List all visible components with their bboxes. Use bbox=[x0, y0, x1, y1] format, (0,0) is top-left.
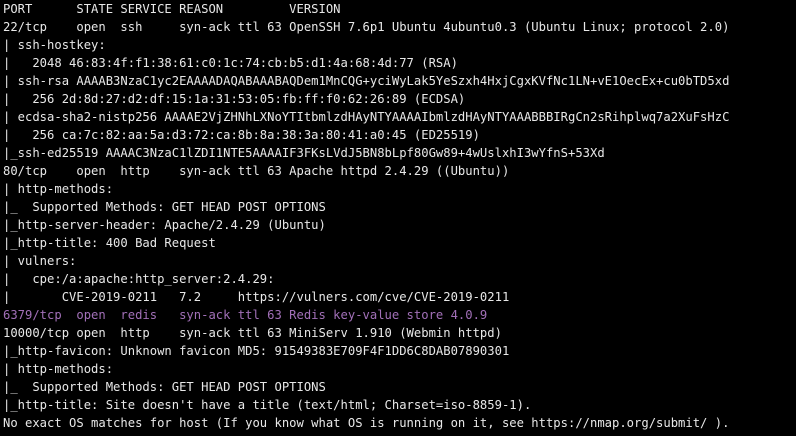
ssh-hostkey-line: | ssh-hostkey: bbox=[3, 38, 114, 52]
port-6379-line: 6379/tcp open redis syn-ack ttl 63 Redis… bbox=[3, 308, 488, 322]
supported-methods-line-2: |_ Supported Methods: GET HEAD POST OPTI… bbox=[3, 380, 326, 394]
port-80-line: 80/tcp open http syn-ack ttl 63 Apache h… bbox=[3, 164, 510, 178]
rsa-fingerprint-line: | 2048 46:83:4f:f1:38:61:c0:1c:74:cb:b5:… bbox=[3, 56, 458, 70]
supported-methods-line: |_ Supported Methods: GET HEAD POST OPTI… bbox=[3, 200, 326, 214]
os-detection-line: No exact OS matches for host (If you kno… bbox=[3, 416, 730, 430]
port-10000-line: 10000/tcp open http syn-ack ttl 63 MiniS… bbox=[3, 326, 502, 340]
ssh-rsa-key-line: | ssh-rsa AAAAB3NzaC1yc2EAAAADAQABAAABAQ… bbox=[3, 74, 730, 88]
terminal-output[interactable]: PORT STATE SERVICE REASON VERSION 22/tcp… bbox=[0, 0, 796, 436]
port-22-line: 22/tcp open ssh syn-ack ttl 63 OpenSSH 7… bbox=[3, 20, 730, 34]
ed25519-key-line: |_ssh-ed25519 AAAAC3NzaC1lZDI1NTE5AAAAIF… bbox=[3, 146, 605, 160]
http-title-line: |_http-title: 400 Bad Request bbox=[3, 236, 216, 250]
http-favicon-line: |_http-favicon: Unknown favicon MD5: 915… bbox=[3, 344, 510, 358]
vulners-line: | vulners: bbox=[3, 254, 84, 268]
ed25519-fingerprint-line: | 256 ca:7c:82:aa:5a:d3:72:ca:8b:8a:38:3… bbox=[3, 128, 480, 142]
http-methods-line: | http-methods: bbox=[3, 182, 121, 196]
ecdsa-key-line: | ecdsa-sha2-nistp256 AAAAE2VjZHNhLXNoYT… bbox=[3, 110, 730, 124]
header-line: PORT STATE SERVICE REASON VERSION bbox=[3, 2, 341, 16]
http-server-header-line: |_http-server-header: Apache/2.4.29 (Ubu… bbox=[3, 218, 326, 232]
cve-line: | CVE-2019-0211 7.2 https://vulners.com/… bbox=[3, 290, 510, 304]
http-methods-line-2: | http-methods: bbox=[3, 362, 121, 376]
ecdsa-fingerprint-line: | 256 2d:8d:27:d2:df:15:1a:31:53:05:fb:f… bbox=[3, 92, 466, 106]
http-title-line-2: |_http-title: Site doesn't have a title … bbox=[3, 398, 532, 412]
cpe-line: | cpe:/a:apache:http_server:2.4.29: bbox=[3, 272, 282, 286]
